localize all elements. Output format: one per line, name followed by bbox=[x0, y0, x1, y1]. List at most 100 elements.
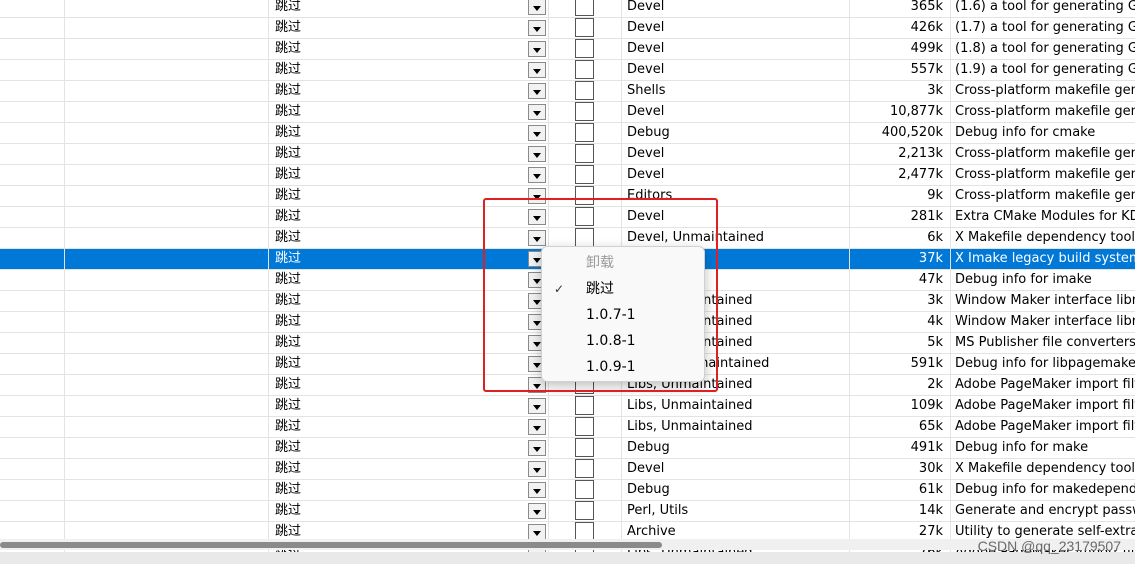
action-dropdown-button[interactable] bbox=[528, 419, 546, 435]
source-checkbox[interactable] bbox=[575, 60, 594, 79]
menu-item-label: 1.0.8-1 bbox=[586, 333, 636, 349]
source-checkbox[interactable] bbox=[575, 39, 594, 58]
source-checkbox[interactable] bbox=[575, 417, 594, 436]
action-dropdown-button[interactable] bbox=[528, 440, 546, 456]
column-divider bbox=[64, 312, 65, 332]
action-dropdown-button[interactable] bbox=[528, 62, 546, 78]
column-divider bbox=[268, 39, 269, 59]
action-dropdown-button[interactable] bbox=[528, 104, 546, 120]
column-divider bbox=[64, 39, 65, 59]
menu-item-skip[interactable]: ✓ 跳过 bbox=[542, 276, 704, 302]
action-dropdown-button[interactable] bbox=[528, 482, 546, 498]
size-cell: 10,877k bbox=[889, 104, 943, 119]
source-checkbox[interactable] bbox=[575, 18, 594, 37]
table-row[interactable]: 跳过 Devel 10,877k Cross-platform makefile… bbox=[0, 102, 1135, 123]
action-cell: 跳过 bbox=[275, 335, 302, 350]
menu-item-version-3[interactable]: 1.0.8-1 bbox=[542, 328, 704, 354]
category-cell: Perl, Utils bbox=[627, 503, 689, 518]
status-strip bbox=[0, 552, 1135, 564]
column-divider bbox=[950, 228, 951, 248]
source-checkbox[interactable] bbox=[575, 501, 594, 520]
table-row[interactable]: 跳过 Devel 365k (1.6) a tool for generatin… bbox=[0, 0, 1135, 18]
source-checkbox[interactable] bbox=[575, 165, 594, 184]
action-dropdown-button[interactable] bbox=[528, 146, 546, 162]
action-dropdown-button[interactable] bbox=[528, 209, 546, 225]
column-divider bbox=[268, 375, 269, 395]
action-cell: 跳过 bbox=[275, 272, 302, 287]
table-row[interactable]: 跳过 Debug 61k Debug info for makedepend bbox=[0, 480, 1135, 501]
action-dropdown-button[interactable] bbox=[528, 125, 546, 141]
source-checkbox[interactable] bbox=[575, 438, 594, 457]
size-cell: 2,477k bbox=[898, 167, 943, 182]
column-divider bbox=[268, 480, 269, 500]
action-dropdown-button[interactable] bbox=[528, 461, 546, 477]
column-divider bbox=[64, 186, 65, 206]
action-cell: 跳过 bbox=[275, 104, 302, 119]
table-row[interactable]: 跳过 Debug 400,520k Debug info for cmake bbox=[0, 123, 1135, 144]
action-dropdown-button[interactable] bbox=[528, 0, 546, 15]
table-row[interactable]: 跳过 Devel 281k Extra CMake Modules for KD… bbox=[0, 207, 1135, 228]
action-dropdown-button[interactable] bbox=[528, 41, 546, 57]
table-row[interactable]: 跳过 Devel 499k (1.8) a tool for generatin… bbox=[0, 39, 1135, 60]
column-divider bbox=[64, 249, 65, 269]
source-checkbox[interactable] bbox=[575, 0, 594, 16]
action-cell: 跳过 bbox=[275, 482, 302, 497]
table-row[interactable]: 跳过 Devel 426k (1.7) a tool for generatin… bbox=[0, 18, 1135, 39]
source-checkbox[interactable] bbox=[575, 228, 594, 247]
table-row[interactable]: 跳过 Devel 2,477k Cross-platform makefile … bbox=[0, 165, 1135, 186]
source-checkbox[interactable] bbox=[575, 123, 594, 142]
size-cell: 3k bbox=[927, 83, 943, 98]
source-checkbox[interactable] bbox=[575, 207, 594, 226]
description-cell: Debug info for imake bbox=[955, 272, 1092, 287]
size-cell: 27k bbox=[918, 524, 943, 539]
size-cell: 426k bbox=[910, 20, 943, 35]
table-row[interactable]: 跳过 Devel 557k (1.9) a tool for generatin… bbox=[0, 60, 1135, 81]
table-row[interactable]: 跳过 Libs, Unmaintained 65k Adobe PageMake… bbox=[0, 417, 1135, 438]
column-divider bbox=[268, 228, 269, 248]
column-divider bbox=[950, 291, 951, 311]
column-divider bbox=[548, 459, 549, 479]
table-row[interactable]: 跳过 Devel 30k X Makefile dependency tool bbox=[0, 459, 1135, 480]
table-row[interactable]: 跳过 Devel 2,213k Cross-platform makefile … bbox=[0, 144, 1135, 165]
action-dropdown-button[interactable] bbox=[528, 167, 546, 183]
menu-item-version-4[interactable]: 1.0.9-1 bbox=[542, 354, 704, 380]
source-checkbox[interactable] bbox=[575, 186, 594, 205]
action-dropdown-button[interactable] bbox=[528, 188, 546, 204]
category-cell: Devel bbox=[627, 41, 665, 56]
watermark: CSDN @qq_23179507 bbox=[977, 538, 1121, 554]
column-divider bbox=[950, 438, 951, 458]
scrollbar-thumb[interactable] bbox=[0, 542, 662, 548]
menu-item-version-2[interactable]: 1.0.7-1 bbox=[542, 302, 704, 328]
table-row[interactable]: 跳过 Libs, Unmaintained 109k Adobe PageMak… bbox=[0, 396, 1135, 417]
column-divider bbox=[268, 291, 269, 311]
source-checkbox[interactable] bbox=[575, 480, 594, 499]
column-divider bbox=[548, 18, 549, 38]
size-cell: 499k bbox=[910, 41, 943, 56]
description-cell: Debug info for libpagemaker0. bbox=[955, 356, 1135, 371]
action-dropdown-button[interactable] bbox=[528, 503, 546, 519]
action-dropdown-button[interactable] bbox=[528, 230, 546, 246]
table-row[interactable]: 跳过 Perl, Utils 14k Generate and encrypt … bbox=[0, 501, 1135, 522]
column-divider bbox=[950, 186, 951, 206]
table-row[interactable]: 跳过 Editors 9k Cross-platform makefile ge… bbox=[0, 186, 1135, 207]
action-dropdown-button[interactable] bbox=[528, 398, 546, 414]
source-checkbox[interactable] bbox=[575, 396, 594, 415]
action-dropdown-button[interactable] bbox=[528, 524, 546, 540]
source-checkbox[interactable] bbox=[575, 144, 594, 163]
action-cell: 跳过 bbox=[275, 83, 302, 98]
category-cell: Devel bbox=[627, 209, 665, 224]
column-divider bbox=[548, 480, 549, 500]
column-divider bbox=[268, 123, 269, 143]
source-checkbox[interactable] bbox=[575, 81, 594, 100]
action-cell: 跳过 bbox=[275, 20, 302, 35]
source-checkbox[interactable] bbox=[575, 102, 594, 121]
action-dropdown-button[interactable] bbox=[528, 20, 546, 36]
table-row[interactable]: 跳过 Shells 3k Cross-platform makefile gen… bbox=[0, 81, 1135, 102]
action-dropdown-button[interactable] bbox=[528, 83, 546, 99]
column-divider bbox=[548, 39, 549, 59]
description-cell: Window Maker interface library bbox=[955, 293, 1135, 308]
source-checkbox[interactable] bbox=[575, 459, 594, 478]
column-divider bbox=[548, 501, 549, 521]
column-divider bbox=[621, 102, 622, 122]
table-row[interactable]: 跳过 Debug 491k Debug info for make bbox=[0, 438, 1135, 459]
